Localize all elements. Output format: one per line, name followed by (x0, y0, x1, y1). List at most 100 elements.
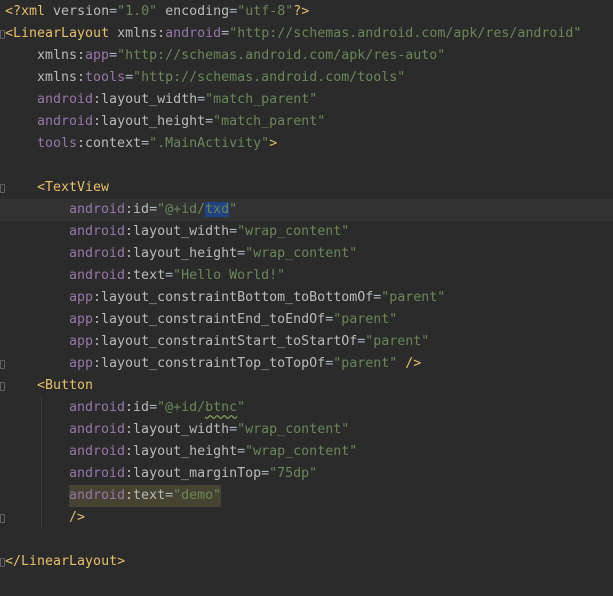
code-line[interactable]: android:layout_width="match_parent" (0, 89, 613, 111)
code-line[interactable]: tools:context=".MainActivity"> (0, 133, 613, 155)
code-token: android (69, 224, 126, 239)
code-line[interactable]: android:layout_width="wrap_content" (0, 221, 613, 243)
code-text: android:layout_marginTop="75dp" (69, 463, 317, 485)
code-token: <? (5, 4, 22, 19)
code-line[interactable]: android:layout_height="wrap_content" (0, 243, 613, 265)
code-token: :context (77, 136, 142, 151)
code-token: :layout_constraintTop_toTopOf (93, 356, 326, 371)
code-token: "http://schemas.android.com/apk/res-auto… (117, 48, 446, 63)
code-token: tools (37, 136, 78, 151)
code-token: = (221, 26, 230, 41)
code-token: "demo" (173, 488, 222, 503)
code-token: :layout_width (125, 224, 230, 239)
code-text: <LinearLayout xmlns:android="http://sche… (5, 23, 581, 45)
code-token: android (165, 26, 222, 41)
code-text: app:layout_constraintEnd_toEndOf="parent… (69, 309, 397, 331)
code-token: app (69, 312, 94, 327)
code-token: android (69, 422, 126, 437)
code-token: txd (205, 202, 230, 217)
code-line[interactable]: <TextView (0, 177, 613, 199)
code-token: "parent" (381, 290, 446, 305)
code-line[interactable]: android:layout_height="wrap_content" (0, 441, 613, 463)
code-token: xmlns (37, 70, 78, 85)
code-text: app:layout_constraintBottom_toBottomOf="… (69, 287, 445, 309)
code-token: : (77, 70, 86, 85)
code-token: = (109, 4, 118, 19)
code-token: = (149, 202, 158, 217)
code-line[interactable]: app:layout_constraintTop_toTopOf="parent… (0, 353, 613, 375)
code-token: :layout_marginTop (125, 466, 262, 481)
fold-marker-icon[interactable] (0, 514, 5, 523)
code-text: android:layout_height="match_parent" (37, 111, 325, 133)
code-token: :id (125, 202, 150, 217)
code-text: android:text="demo" (69, 485, 222, 507)
code-token: "wrap_content" (245, 246, 358, 261)
code-token: "wrap_content" (237, 422, 350, 437)
fold-marker-icon[interactable] (0, 184, 5, 193)
code-token: android (69, 268, 126, 283)
code-token: = (197, 92, 206, 107)
code-line[interactable]: android:layout_marginTop="75dp" (0, 463, 613, 485)
code-line[interactable]: xmlns:tools="http://schemas.android.com/… (0, 67, 613, 89)
code-token: :layout_height (93, 114, 206, 129)
code-line[interactable]: app:layout_constraintEnd_toEndOf="parent… (0, 309, 613, 331)
code-token: "@+id/ (157, 202, 206, 217)
code-token: "wrap_content" (245, 444, 358, 459)
code-token: version (53, 4, 110, 19)
code-editor[interactable]: <?xml version="1.0" encoding="utf-8"?> <L… (0, 0, 613, 596)
code-line[interactable]: android:layout_height="match_parent" (0, 111, 613, 133)
code-line[interactable]: <Button (0, 375, 613, 397)
code-token: :text (125, 488, 166, 503)
code-line[interactable]: <LinearLayout xmlns:android="http://sche… (0, 23, 613, 45)
code-token: :text (125, 268, 166, 283)
code-token: :id (125, 400, 150, 415)
code-line[interactable]: </LinearLayout> (0, 551, 613, 573)
code-line[interactable]: xmlns:app="http://schemas.android.com/ap… (0, 45, 613, 67)
code-token: = (237, 246, 246, 261)
code-token: : (77, 48, 86, 63)
code-line[interactable]: android:layout_width="wrap_content" (0, 419, 613, 441)
code-text: android:layout_width="match_parent" (37, 89, 317, 111)
code-line[interactable]: <?xml version="1.0" encoding="utf-8"?> (0, 1, 613, 23)
fold-marker-icon[interactable] (0, 382, 5, 391)
code-text: /> (69, 507, 85, 529)
code-text: android:layout_width="wrap_content" (69, 221, 349, 243)
code-token: "parent" (365, 334, 430, 349)
code-line[interactable]: android:text="Hello World!" (0, 265, 613, 287)
code-token: "wrap_content" (237, 224, 350, 239)
code-token: " (229, 202, 238, 217)
code-token: xmlns (117, 26, 158, 41)
code-token: = (205, 114, 214, 129)
code-line[interactable]: /> (0, 507, 613, 529)
code-text: android:layout_height="wrap_content" (69, 441, 357, 463)
code-token: : (157, 26, 166, 41)
code-text: <?xml version="1.0" encoding="utf-8"?> (5, 1, 309, 23)
code-token: android (69, 246, 126, 261)
code-token: > (269, 136, 278, 151)
code-token: android (69, 466, 126, 481)
code-token: = (109, 48, 118, 63)
code-token: app (69, 290, 94, 305)
code-token: "Hello World!" (173, 268, 286, 283)
fold-marker-icon[interactable] (0, 360, 5, 369)
code-line[interactable]: android:id="@+id/txd" (0, 199, 613, 221)
code-line[interactable]: app:layout_constraintStart_toStartOf="pa… (0, 331, 613, 353)
code-token: xml (21, 4, 54, 19)
code-line[interactable]: android:text="demo" (0, 485, 613, 507)
code-token: <LinearLayout (5, 26, 118, 41)
code-token: app (85, 48, 110, 63)
code-line[interactable] (0, 155, 613, 177)
code-token: encoding (157, 4, 230, 19)
code-token: :layout_constraintBottom_toBottomOf (93, 290, 374, 305)
code-line[interactable] (0, 529, 613, 551)
code-token: = (237, 444, 246, 459)
code-token: <Button (37, 378, 94, 393)
code-token: = (165, 488, 174, 503)
code-token: "utf-8" (237, 4, 294, 19)
code-text: </LinearLayout> (5, 551, 125, 573)
code-line[interactable]: app:layout_constraintBottom_toBottomOf="… (0, 287, 613, 309)
code-token: :layout_height (125, 246, 238, 261)
code-line[interactable]: android:id="@+id/btnc" (0, 397, 613, 419)
code-token: android (69, 202, 126, 217)
code-token: ?> (293, 4, 310, 19)
